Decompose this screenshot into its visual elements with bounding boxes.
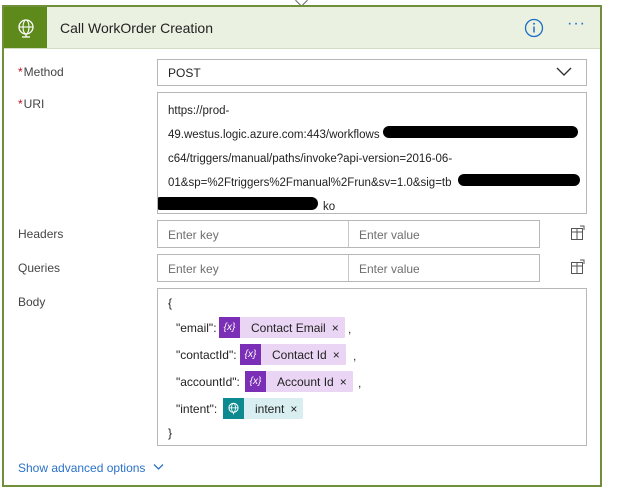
comma: , xyxy=(348,322,352,336)
chevron-down-icon xyxy=(153,460,164,474)
headers-key-placeholder: Enter key xyxy=(168,228,219,242)
required-mark: * xyxy=(18,97,23,111)
remove-token-icon[interactable]: × xyxy=(290,402,303,416)
close-brace: } xyxy=(168,426,173,440)
body-key-intent: "intent": xyxy=(176,402,218,416)
queries-value-input[interactable]: Enter value xyxy=(349,255,539,281)
uri-line: c64/triggers/manual/paths/invoke?api-ver… xyxy=(168,153,453,165)
comma: , xyxy=(353,349,357,363)
globe-icon xyxy=(223,398,244,419)
method-label: *Method xyxy=(18,65,64,79)
open-brace: { xyxy=(168,296,173,310)
token-contact-email[interactable]: {x} Contact Email × xyxy=(219,317,345,338)
method-label-text: Method xyxy=(23,65,64,79)
headers-row: Enter key Enter value xyxy=(157,220,540,248)
method-dropdown[interactable]: POST xyxy=(157,59,587,86)
headers-value-placeholder: Enter value xyxy=(359,228,420,242)
expression-icon: {x} xyxy=(245,371,266,392)
remove-token-icon[interactable]: × xyxy=(332,321,345,335)
comma: , xyxy=(358,376,362,390)
queries-row: Enter key Enter value xyxy=(157,254,540,282)
globe-icon xyxy=(4,7,47,48)
info-icon[interactable] xyxy=(524,18,544,38)
switch-to-text-mode-icon[interactable] xyxy=(570,225,586,244)
token-label: Account Id xyxy=(277,374,334,389)
token-intent[interactable]: intent × xyxy=(223,398,304,419)
queries-key-placeholder: Enter key xyxy=(168,262,219,276)
uri-input[interactable]: https://prod- 49.westus.logic.azure.com:… xyxy=(157,92,587,214)
body-key-email: "email": xyxy=(176,321,217,335)
token-contact-id[interactable]: {x} Contact Id × xyxy=(240,344,346,365)
uri-line: https://prod- xyxy=(168,105,230,117)
remove-token-icon[interactable]: × xyxy=(333,348,346,362)
required-mark: * xyxy=(18,65,23,79)
remove-token-icon[interactable]: × xyxy=(340,375,353,389)
expression-icon: {x} xyxy=(219,317,240,338)
queries-value-placeholder: Enter value xyxy=(359,262,420,276)
show-advanced-options-link[interactable]: Show advanced options xyxy=(18,460,164,475)
expression-icon: {x} xyxy=(240,344,261,365)
action-header[interactable]: Call WorkOrder Creation ··· xyxy=(4,7,600,49)
redaction-mark xyxy=(383,126,578,138)
more-options-button[interactable]: ··· xyxy=(567,16,591,38)
uri-label-text: URI xyxy=(23,97,45,111)
body-label: Body xyxy=(18,295,46,309)
switch-to-text-mode-icon[interactable] xyxy=(570,259,586,278)
redaction-mark xyxy=(158,197,318,210)
chevron-down-icon xyxy=(556,65,572,82)
token-account-id[interactable]: {x} Account Id × xyxy=(245,371,353,392)
token-label: intent xyxy=(255,401,285,416)
uri-line: 01&sp=%2Ftriggers%2Fmanual%2Frun&sv=1.0&… xyxy=(168,177,452,189)
show-advanced-options-label: Show advanced options xyxy=(18,461,146,475)
headers-value-input[interactable]: Enter value xyxy=(349,221,539,247)
queries-key-input[interactable]: Enter key xyxy=(158,255,349,281)
queries-label: Queries xyxy=(18,261,61,275)
action-title: Call WorkOrder Creation xyxy=(60,20,214,36)
token-label: Contact Email xyxy=(251,320,326,335)
action-card: Call WorkOrder Creation ··· *Method POST… xyxy=(2,5,602,487)
headers-label: Headers xyxy=(18,227,64,241)
headers-key-input[interactable]: Enter key xyxy=(158,221,349,247)
token-label: Contact Id xyxy=(272,347,327,362)
redaction-mark xyxy=(458,174,580,186)
body-key-accountid: "accountId": xyxy=(176,375,240,389)
uri-label: *URI xyxy=(18,97,44,111)
body-editor[interactable]: { "email": {x} Contact Email × , "contac… xyxy=(157,288,587,446)
body-key-contactid: "contactId": xyxy=(176,348,237,362)
method-value: POST xyxy=(168,66,201,80)
